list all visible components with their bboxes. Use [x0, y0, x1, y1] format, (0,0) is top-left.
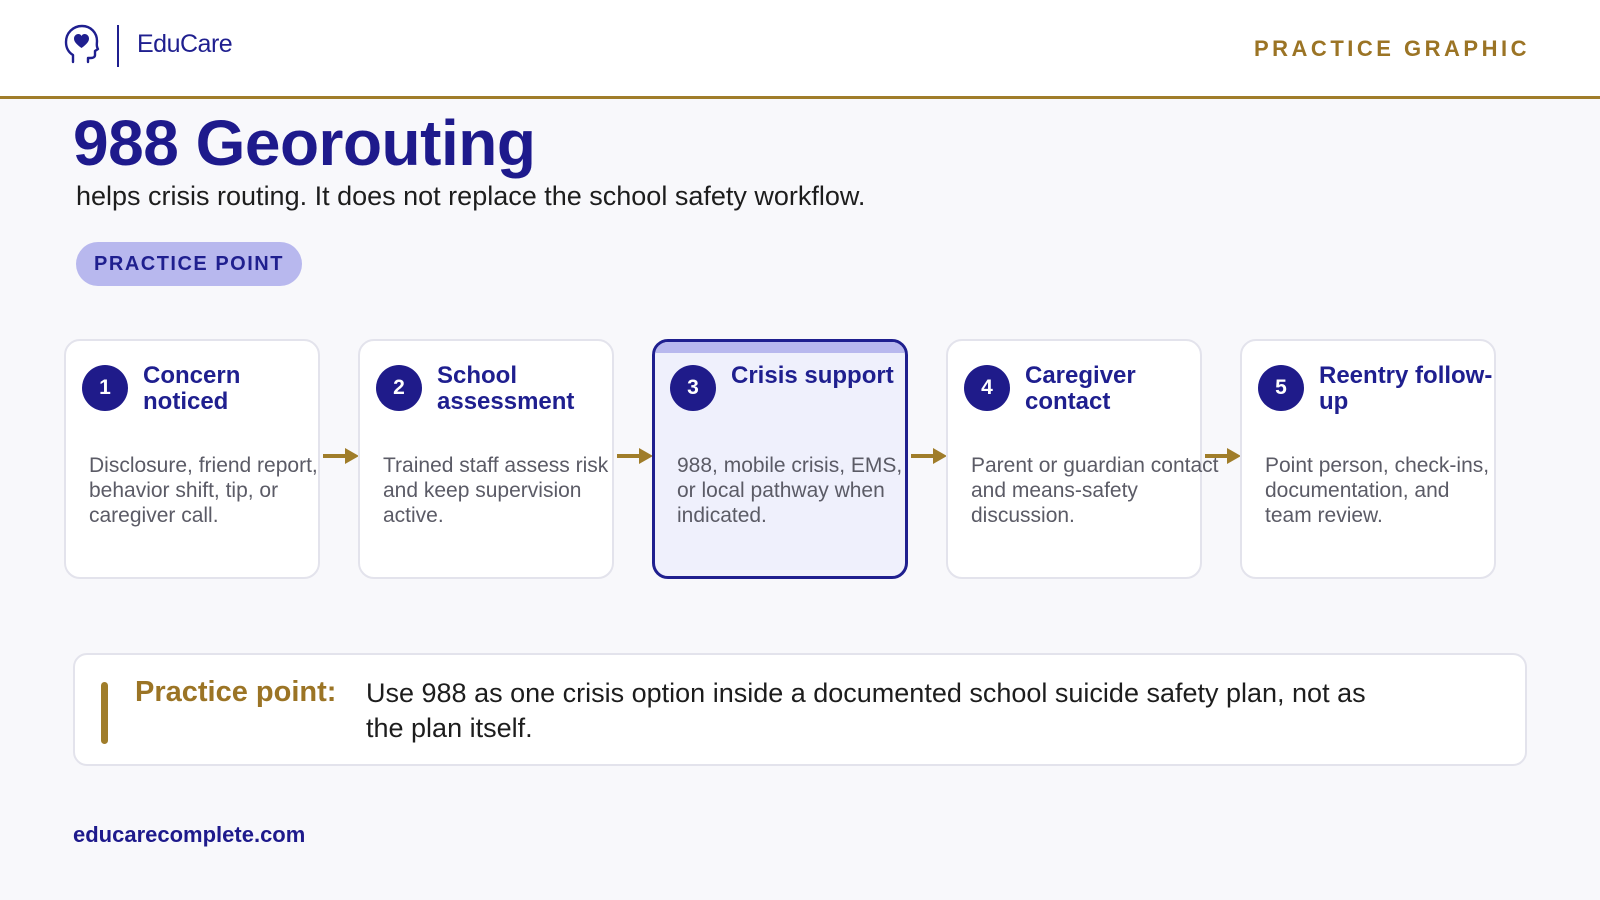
step-title: School assessment — [437, 362, 575, 415]
footer-website: educarecomplete.com — [73, 822, 306, 847]
step-number: 1 — [82, 365, 128, 411]
header: EduCare PRACTICE GRAPHIC — [0, 0, 1600, 99]
header-tag: PRACTICE GRAPHIC — [1253, 36, 1530, 61]
step-card-caregiver: 4 Caregiver contact Parent or guardian c… — [946, 339, 1219, 579]
step-title: Crisis support — [731, 362, 894, 389]
step-description: Trained staff assess risk and keep super… — [383, 454, 609, 527]
step-title: Caregiver contact — [1025, 362, 1136, 415]
note-text: Use 988 as one crisis option inside a do… — [366, 678, 1366, 743]
arrow-right-icon — [323, 448, 359, 464]
note-accent-bar — [101, 682, 108, 744]
arrow-right-icon — [911, 448, 947, 464]
page-title: 988 Georouting — [73, 107, 536, 179]
step-title: Concern noticed — [143, 362, 241, 415]
step-card-crisis-support: 3 Crisis support 988, mobile crisis, EMS… — [652, 339, 908, 579]
highlight-bar — [655, 342, 905, 353]
step-card-assessment: 2 School assessment Trained staff assess… — [358, 339, 614, 579]
arrow-right-icon — [617, 448, 653, 464]
note-label: Practice point: — [135, 676, 337, 708]
step-number: 5 — [1258, 365, 1304, 411]
step-description: Disclosure, friend report, behavior shif… — [89, 454, 318, 527]
step-description: Parent or guardian contact and means-saf… — [971, 454, 1219, 527]
page-subtitle: helps crisis routing. It does not replac… — [76, 181, 866, 211]
head-heart-icon — [64, 24, 100, 64]
arrow-right-icon — [1205, 448, 1241, 464]
practice-point-note: Practice point: Use 988 as one crisis op… — [73, 653, 1527, 766]
step-card-reentry: 5 Reentry follow-up Point person, check-… — [1240, 339, 1496, 579]
step-title: Reentry follow-up — [1319, 362, 1493, 415]
step-description: Point person, check-ins, documentation, … — [1265, 454, 1490, 527]
step-number: 2 — [376, 365, 422, 411]
practice-point-badge: PRACTICE POINT — [76, 242, 302, 286]
step-card-concern: 1 Concern noticed Disclosure, friend rep… — [64, 339, 320, 579]
step-number: 3 — [670, 365, 716, 411]
step-description: 988, mobile crisis, EMS, or local pathwa… — [677, 454, 903, 527]
logo-divider — [117, 25, 119, 67]
step-number: 4 — [964, 365, 1010, 411]
brand-name: EduCare — [137, 30, 233, 58]
